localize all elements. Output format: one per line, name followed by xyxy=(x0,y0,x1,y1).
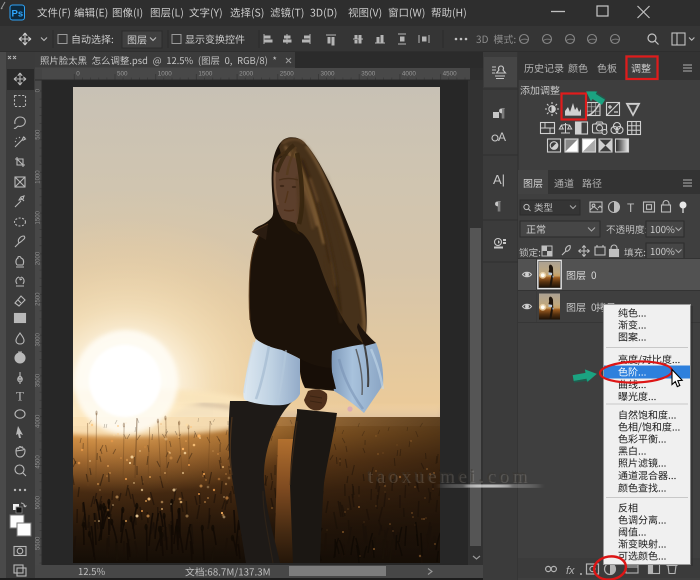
svg-text:1500: 1500 xyxy=(36,210,42,224)
svg-text:1000: 1000 xyxy=(36,170,42,184)
svg-text:4000: 4000 xyxy=(402,71,417,78)
svg-text:Ps: Ps xyxy=(11,8,23,19)
svg-text:2500: 2500 xyxy=(280,71,295,78)
svg-text:¶: ¶ xyxy=(499,105,505,120)
svg-text:T: T xyxy=(16,389,24,404)
svg-text:3000: 3000 xyxy=(321,71,336,78)
svg-text:¶: ¶ xyxy=(495,198,501,213)
svg-text:3000: 3000 xyxy=(36,333,42,347)
svg-text:2000: 2000 xyxy=(239,71,254,78)
svg-text:fx: fx xyxy=(566,565,575,577)
svg-text:4000: 4000 xyxy=(36,414,42,428)
svg-text:A|: A| xyxy=(493,172,505,187)
svg-text:1000: 1000 xyxy=(158,71,173,78)
svg-text:A: A xyxy=(498,130,506,144)
svg-text:3500: 3500 xyxy=(36,373,42,387)
svg-text:2000: 2000 xyxy=(36,251,42,265)
svg-text:500: 500 xyxy=(36,129,42,140)
svg-text:5500: 5500 xyxy=(36,536,42,550)
svg-text:4500: 4500 xyxy=(36,455,42,469)
svg-text:T: T xyxy=(627,201,635,215)
svg-text:5000: 5000 xyxy=(36,495,42,509)
svg-text:500: 500 xyxy=(117,71,128,78)
svg-text:3500: 3500 xyxy=(361,71,376,78)
svg-text:0: 0 xyxy=(76,71,80,78)
svg-text:2500: 2500 xyxy=(36,292,42,306)
svg-text:4500: 4500 xyxy=(443,71,458,78)
svg-text:1500: 1500 xyxy=(198,71,213,78)
svg-text:taoxuemei.com: taoxuemei.com xyxy=(367,466,530,487)
